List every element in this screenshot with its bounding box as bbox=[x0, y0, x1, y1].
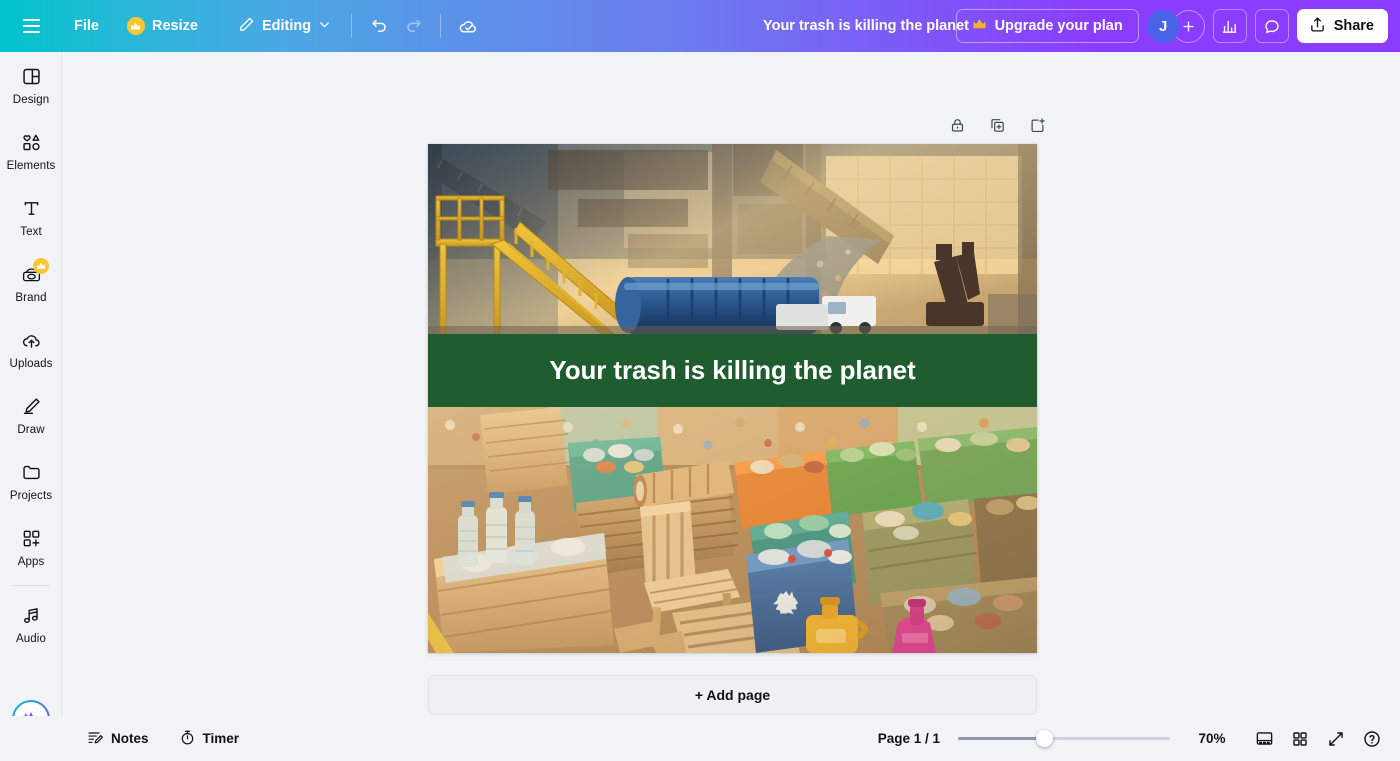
add-page-button[interactable] bbox=[1022, 110, 1052, 140]
sidebar-item-label: Design bbox=[12, 93, 50, 106]
zoom-level: 70% bbox=[1198, 731, 1226, 746]
page-view-icon[interactable] bbox=[1248, 723, 1280, 755]
sidebar-item-audio[interactable]: Audio bbox=[0, 591, 62, 657]
cloud-saved-icon[interactable] bbox=[451, 9, 485, 43]
timer-button[interactable]: Timer bbox=[170, 724, 249, 754]
toolbar-divider bbox=[351, 14, 353, 38]
footer-right-controls: Page 1 / 1 70% bbox=[878, 716, 1388, 761]
file-label: File bbox=[74, 18, 99, 34]
add-page-cta[interactable]: + Add page bbox=[428, 675, 1037, 715]
resize-button[interactable]: Resize bbox=[117, 10, 208, 42]
sidebar-item-draw[interactable]: Draw bbox=[0, 382, 62, 448]
sidebar-item-apps[interactable]: Apps bbox=[0, 514, 62, 580]
sidebar-item-design[interactable]: Design bbox=[0, 52, 62, 118]
sidebar-divider bbox=[11, 585, 50, 586]
share-label: Share bbox=[1333, 18, 1374, 34]
zoom-slider[interactable] bbox=[958, 730, 1170, 747]
upgrade-plan-button[interactable]: Upgrade your plan bbox=[955, 9, 1139, 43]
collaborators: J bbox=[1146, 9, 1205, 43]
sidebar-item-label: Text bbox=[20, 225, 42, 238]
sidebar-item-projects[interactable]: Projects bbox=[0, 448, 62, 514]
redo-icon[interactable] bbox=[396, 9, 430, 43]
folder-icon bbox=[19, 461, 43, 485]
bottom-bar: Notes Timer Page 1 / 1 70% bbox=[0, 716, 1400, 761]
sidebar-item-label: Uploads bbox=[9, 357, 53, 370]
design-panel-icon bbox=[19, 65, 43, 89]
sidebar-item-label: Apps bbox=[17, 555, 45, 568]
crown-icon bbox=[126, 17, 145, 35]
sidebar-item-uploads[interactable]: Uploads bbox=[0, 316, 62, 382]
page-counter: Page 1 / 1 bbox=[877, 731, 940, 746]
resize-label: Resize bbox=[151, 18, 198, 34]
title-banner[interactable]: Your trash is killing the planet bbox=[428, 334, 1037, 407]
sidebar-item-label: Draw bbox=[17, 423, 45, 436]
editing-label: Editing bbox=[261, 18, 312, 34]
brand-kit-icon bbox=[19, 257, 49, 287]
elements-shapes-icon bbox=[19, 131, 43, 155]
notes-label: Notes bbox=[111, 731, 149, 746]
sidebar-item-label: Projects bbox=[9, 489, 53, 502]
top-image[interactable] bbox=[428, 144, 1037, 334]
toolbar-divider-2 bbox=[440, 14, 442, 38]
audio-note-icon bbox=[19, 604, 43, 628]
file-menu-button[interactable]: File bbox=[64, 10, 109, 42]
header-actions: Upgrade your plan J Share bbox=[955, 0, 1388, 52]
banner-text: Your trash is killing the planet bbox=[549, 355, 916, 385]
editing-mode-button[interactable]: Editing bbox=[228, 10, 341, 42]
zoom-slider-fill bbox=[958, 737, 1046, 740]
crown-icon bbox=[33, 257, 49, 274]
notes-icon bbox=[87, 729, 104, 749]
timer-label: Timer bbox=[202, 731, 240, 746]
pencil-icon bbox=[238, 16, 255, 37]
duplicate-page-button[interactable] bbox=[982, 110, 1012, 140]
sidebar-item-text[interactable]: Text bbox=[0, 184, 62, 250]
sidebar-item-label: Audio bbox=[16, 632, 46, 645]
notes-button[interactable]: Notes bbox=[78, 724, 158, 754]
timer-icon bbox=[179, 729, 196, 749]
undo-icon[interactable] bbox=[362, 9, 396, 43]
document-title[interactable]: Your trash is killing the planet bbox=[757, 0, 975, 52]
insights-button[interactable] bbox=[1212, 9, 1247, 43]
text-t-icon bbox=[19, 197, 43, 221]
avatar[interactable]: J bbox=[1146, 9, 1180, 43]
chevron-down-icon bbox=[318, 18, 331, 35]
design-page[interactable]: Your trash is killing the planet bbox=[428, 144, 1037, 653]
lock-page-button[interactable] bbox=[942, 110, 972, 140]
sidebar-item-label: Elements bbox=[6, 159, 56, 172]
canvas-workspace: Your trash is killing the planet + Add p… bbox=[62, 52, 1400, 761]
zoom-slider-handle[interactable] bbox=[1036, 730, 1053, 747]
crown-icon bbox=[972, 18, 987, 34]
top-toolbar: File Resize Editing Your trash is killin… bbox=[0, 0, 1400, 52]
upload-cloud-icon bbox=[19, 329, 43, 353]
expand-icon[interactable] bbox=[1320, 723, 1352, 755]
draw-pen-icon bbox=[19, 395, 43, 419]
sidebar-item-brand[interactable]: Brand bbox=[0, 250, 62, 316]
page-toolbar bbox=[942, 110, 1052, 140]
left-sidebar: Design Elements Text Brand Uploads Draw … bbox=[0, 52, 62, 761]
comments-button[interactable] bbox=[1254, 9, 1289, 43]
sidebar-item-elements[interactable]: Elements bbox=[0, 118, 62, 184]
grid-view-icon[interactable] bbox=[1284, 723, 1316, 755]
apps-grid-plus-icon bbox=[19, 527, 43, 551]
share-button[interactable]: Share bbox=[1296, 9, 1388, 43]
help-circle-icon[interactable] bbox=[1356, 723, 1388, 755]
canva-editor: File Resize Editing Your trash is killin… bbox=[0, 0, 1400, 761]
bottom-image[interactable] bbox=[428, 407, 1037, 653]
sidebar-item-label: Brand bbox=[15, 291, 47, 304]
share-upload-icon bbox=[1309, 16, 1326, 37]
upgrade-label: Upgrade your plan bbox=[994, 18, 1123, 34]
hamburger-icon[interactable] bbox=[14, 9, 48, 43]
